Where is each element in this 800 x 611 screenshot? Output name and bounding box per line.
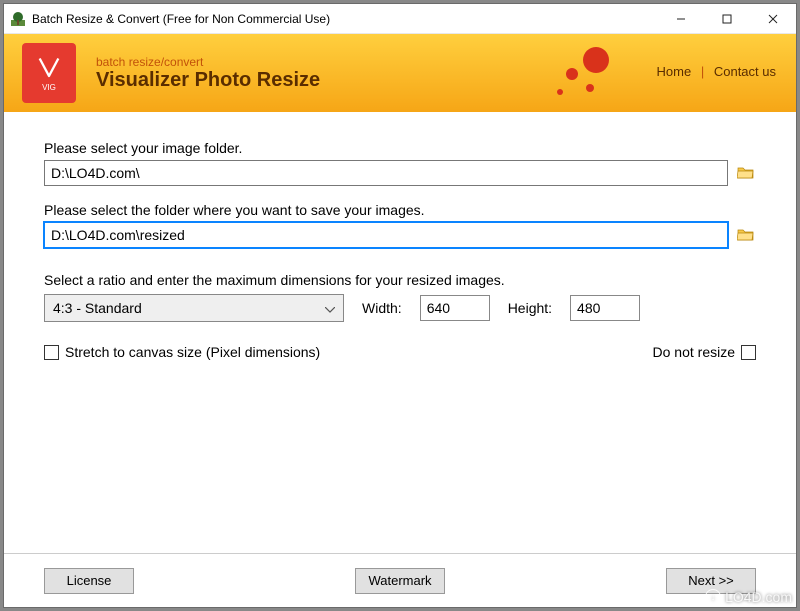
home-link[interactable]: Home (657, 64, 692, 79)
chevron-down-icon (325, 300, 335, 316)
maximize-button[interactable] (704, 4, 750, 34)
close-button[interactable] (750, 4, 796, 34)
folder-icon (737, 227, 755, 243)
footer: License Watermark Next >> (4, 553, 796, 607)
height-input[interactable] (570, 295, 640, 321)
banner-subtitle: batch resize/convert (96, 55, 320, 69)
ratio-selected-value: 4:3 - Standard (53, 300, 142, 316)
app-icon (10, 11, 26, 27)
app-logo: VIG (22, 43, 76, 103)
minimize-button[interactable] (658, 4, 704, 34)
stretch-checkbox[interactable] (44, 345, 59, 360)
noresize-label: Do not resize (653, 344, 735, 360)
folder-icon (737, 165, 755, 181)
dest-folder-input[interactable] (44, 222, 728, 248)
ratio-label: Select a ratio and enter the maximum dim… (44, 272, 756, 288)
source-folder-label: Please select your image folder. (44, 140, 756, 156)
decorative-dots (546, 42, 616, 105)
license-button[interactable]: License (44, 568, 134, 594)
source-folder-input[interactable] (44, 160, 728, 186)
dest-folder-label: Please select the folder where you want … (44, 202, 756, 218)
browse-source-button[interactable] (736, 163, 756, 183)
logo-text: VIG (42, 83, 56, 92)
contact-link[interactable]: Contact us (714, 64, 776, 79)
banner-title: Visualizer Photo Resize (96, 69, 320, 92)
app-window: Batch Resize & Convert (Free for Non Com… (3, 3, 797, 608)
width-input[interactable] (420, 295, 490, 321)
window-title: Batch Resize & Convert (Free for Non Com… (32, 12, 330, 26)
link-separator: | (701, 64, 704, 79)
height-label: Height: (508, 300, 552, 316)
next-button[interactable]: Next >> (666, 568, 756, 594)
main-content: Please select your image folder. Please … (4, 112, 796, 553)
watermark-button[interactable]: Watermark (355, 568, 445, 594)
banner: VIG batch resize/convert Visualizer Phot… (4, 34, 796, 112)
browse-dest-button[interactable] (736, 225, 756, 245)
noresize-checkbox[interactable] (741, 345, 756, 360)
stretch-label: Stretch to canvas size (Pixel dimensions… (65, 344, 320, 360)
ratio-select[interactable]: 4:3 - Standard (44, 294, 344, 322)
width-label: Width: (362, 300, 402, 316)
titlebar: Batch Resize & Convert (Free for Non Com… (4, 4, 796, 34)
